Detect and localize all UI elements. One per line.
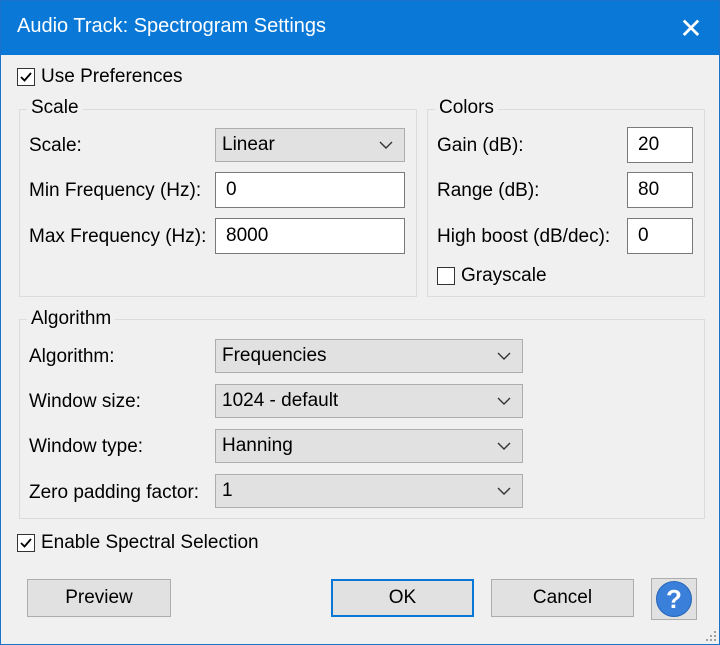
- scale-value: Linear: [222, 134, 275, 155]
- cancel-button-label: Cancel: [532, 587, 593, 608]
- close-button[interactable]: ✕: [663, 1, 719, 55]
- zero-padding-value: 1: [222, 480, 233, 501]
- chevron-down-icon: [497, 397, 511, 405]
- use-preferences-label: Use Preferences: [41, 66, 183, 87]
- window-type-select[interactable]: Hanning: [215, 429, 523, 463]
- chevron-down-icon: [497, 352, 511, 360]
- min-frequency-label: Min Frequency (Hz):: [29, 180, 202, 201]
- chevron-down-icon: [497, 442, 511, 450]
- window-type-label: Window type:: [29, 436, 144, 457]
- max-frequency-input[interactable]: 8000: [215, 218, 405, 254]
- chevron-down-icon: [379, 141, 393, 149]
- algorithm-label: Algorithm:: [29, 346, 115, 367]
- ok-button-label: OK: [388, 587, 417, 608]
- window-type-value: Hanning: [222, 435, 293, 456]
- dialog-window: Audio Track: Spectrogram Settings ✕ Use …: [0, 0, 720, 645]
- range-label: Range (dB):: [437, 180, 540, 201]
- grayscale-checkbox[interactable]: Grayscale: [437, 265, 547, 287]
- checkbox-box: [437, 267, 455, 285]
- colors-group-title: Colors: [435, 97, 498, 119]
- check-icon: [17, 534, 35, 552]
- scale-label: Scale:: [29, 135, 82, 156]
- max-frequency-value: 8000: [226, 225, 269, 246]
- cancel-button[interactable]: Cancel: [491, 579, 634, 617]
- use-preferences-checkbox[interactable]: Use Preferences: [17, 66, 183, 88]
- preview-button[interactable]: Preview: [27, 579, 171, 617]
- algorithm-value: Frequencies: [222, 345, 327, 366]
- grayscale-label: Grayscale: [461, 265, 547, 286]
- window-size-label: Window size:: [29, 391, 141, 412]
- min-frequency-input[interactable]: 0: [215, 172, 405, 208]
- algorithm-group-title: Algorithm: [27, 308, 116, 330]
- enable-spectral-selection-checkbox[interactable]: Enable Spectral Selection: [17, 532, 259, 554]
- gain-input[interactable]: 20: [627, 127, 693, 163]
- ok-button[interactable]: OK: [331, 579, 474, 617]
- close-icon: ✕: [679, 12, 703, 44]
- high-boost-label: High boost (dB/dec):: [437, 226, 611, 247]
- scale-group-title: Scale: [27, 97, 83, 119]
- high-boost-input[interactable]: 0: [627, 218, 693, 254]
- scale-select[interactable]: Linear: [215, 128, 405, 162]
- algorithm-select[interactable]: Frequencies: [215, 339, 523, 373]
- zero-padding-select[interactable]: 1: [215, 474, 523, 508]
- range-value: 80: [638, 179, 660, 200]
- check-icon: [17, 68, 35, 86]
- high-boost-value: 0: [638, 225, 649, 246]
- window-size-select[interactable]: 1024 - default: [215, 384, 523, 418]
- help-button[interactable]: ?: [651, 578, 697, 620]
- title-bar: Audio Track: Spectrogram Settings ✕: [1, 1, 719, 55]
- gain-label: Gain (dB):: [437, 135, 524, 156]
- gain-value: 20: [638, 134, 660, 155]
- window-title: Audio Track: Spectrogram Settings: [17, 15, 327, 37]
- chevron-down-icon: [497, 487, 511, 495]
- resize-grip-icon[interactable]: [705, 630, 717, 642]
- enable-spectral-selection-label: Enable Spectral Selection: [41, 532, 259, 553]
- preview-button-label: Preview: [65, 587, 133, 608]
- zero-padding-label: Zero padding factor:: [29, 482, 200, 503]
- help-icon: ?: [656, 581, 692, 617]
- max-frequency-label: Max Frequency (Hz):: [29, 226, 207, 247]
- min-frequency-value: 0: [226, 179, 237, 200]
- range-input[interactable]: 80: [627, 172, 693, 208]
- window-size-value: 1024 - default: [222, 390, 339, 411]
